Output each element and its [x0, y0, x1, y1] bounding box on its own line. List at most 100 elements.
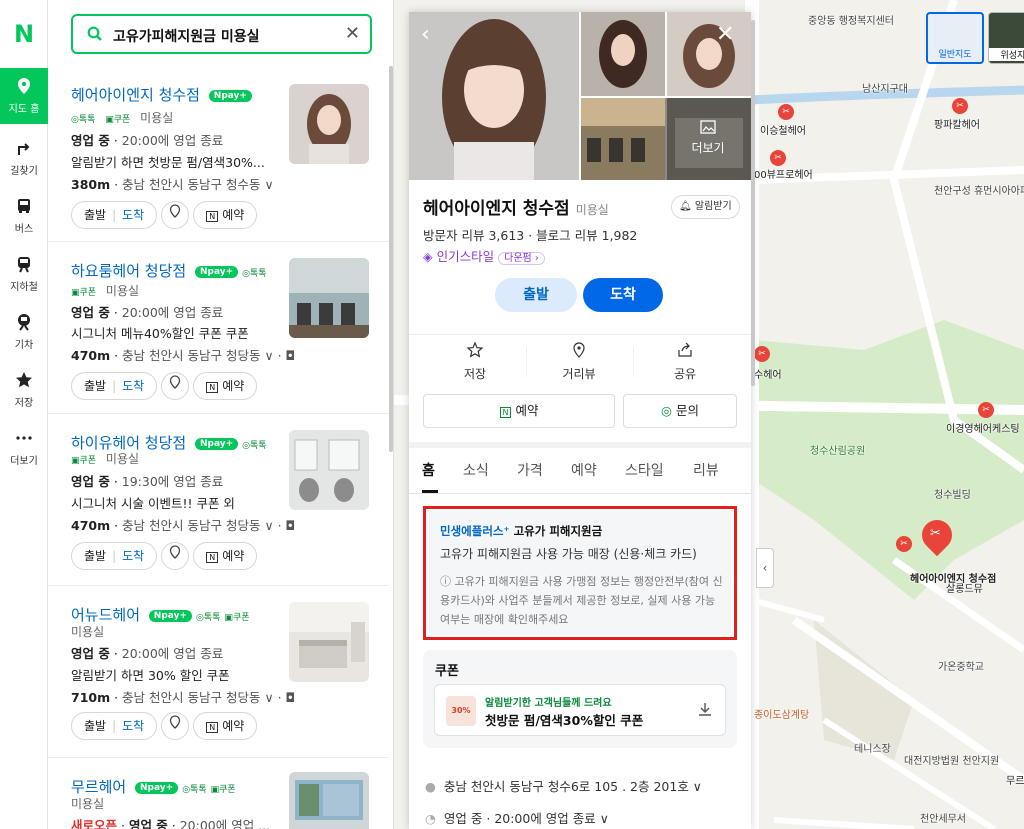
inquiry-button[interactable]: ◎ 문의 — [623, 394, 737, 428]
result-name[interactable]: 하요룸헤어 청당점 — [71, 262, 186, 280]
rail-label: 지도 홈 — [8, 104, 40, 115]
alarm-button[interactable]: 🔔︎ 알림받기 — [671, 195, 740, 219]
gallery-photo[interactable] — [581, 12, 665, 96]
map-label-poi[interactable]: 청수빌딩 — [934, 486, 971, 501]
detail-tabs: 홈 소식 가격 예약 스타일 리뷰 — [409, 448, 751, 494]
result-item[interactable]: 하요룸헤어 청당점 Npay+ ◎톡톡 ▣쿠폰 미용실 영업 중 · 20:00에… — [48, 242, 389, 414]
result-thumbnail[interactable] — [289, 772, 369, 829]
more-photos-overlay[interactable]: 더보기 — [665, 98, 751, 180]
talk-tag: ◎톡톡 — [242, 440, 267, 451]
map-label-poi[interactable]: 수헤어 — [754, 366, 782, 381]
map-label-poi[interactable]: 이경영헤어케스팅 — [946, 420, 1020, 435]
salon-map-pin[interactable]: ✂ — [896, 536, 912, 552]
salon-map-pin[interactable]: ✂ — [778, 104, 794, 120]
list-scrollbar[interactable] — [389, 66, 393, 452]
result-name[interactable]: 무르헤어 — [71, 778, 126, 796]
reserve-button[interactable]: N 예약 — [423, 394, 615, 428]
rail-item-more[interactable]: 더보기 — [0, 420, 48, 476]
result-location: 710m · 충남 천안시 동남구 청당동 ∨ · ◘ — [71, 690, 296, 705]
depart-arrive-button[interactable]: 출발 | 도착 — [71, 712, 158, 740]
map-label-poi[interactable]: 무르 — [1006, 772, 1024, 787]
review-counts[interactable]: 방문자 리뷰 3,613 · 블로그 리뷰 1,982 — [423, 225, 637, 244]
search-input[interactable]: 고유가피해지원금 미용실 — [113, 26, 260, 46]
result-thumbnail[interactable] — [289, 84, 369, 164]
salon-map-pin[interactable]: ✂ — [978, 402, 994, 418]
salon-map-pin[interactable]: ✂ — [770, 150, 786, 166]
star-icon — [16, 372, 32, 388]
location-pin-button[interactable] — [161, 542, 190, 570]
rail-item-map-home[interactable]: 지도 홈 — [0, 68, 48, 124]
location-pin-button[interactable] — [161, 201, 190, 229]
clear-search-icon[interactable]: ✕ — [345, 23, 360, 44]
map-label-poi[interactable]: 천안구성 휴먼시아아파트 — [934, 182, 1024, 197]
map-label-poi[interactable]: 살롱드뮤 — [946, 580, 983, 595]
result-item[interactable]: 헤어아이엔지 청수점 Npay+ ◎톡톡 ▣쿠폰 미용실 영업 중 · 20:0… — [48, 66, 389, 242]
depart-button[interactable]: 출발 — [495, 278, 577, 312]
map-label-poi[interactable]: 00뷰프로헤어 — [754, 166, 813, 181]
map-label-poi[interactable]: 가온중학교 — [938, 658, 984, 673]
map-label-park[interactable]: 청수산림공원 — [810, 442, 865, 457]
tab-news[interactable]: 소식 — [463, 460, 489, 480]
collapse-panel-button[interactable]: ‹ — [756, 548, 774, 588]
map-label-poi[interactable]: 팡파칼헤어 — [934, 116, 980, 131]
map-type-satellite[interactable]: 위성지도 — [988, 12, 1024, 64]
rail-item-train[interactable]: 기차 — [0, 304, 48, 360]
result-item[interactable]: 어뉴드헤어 Npay+ ◎톡톡 ▣쿠폰 미용실 영업 중 · 20:00에 영업 종… — [48, 586, 389, 758]
result-name[interactable]: 헤어아이엔지 청수점 — [71, 86, 200, 104]
rail-item-bus[interactable]: 버스 — [0, 188, 48, 244]
address-line[interactable]: ● 충남 천안시 동남구 청수6로 105 . 2층 201호 ∨ — [425, 776, 702, 795]
gallery-photo[interactable] — [667, 12, 751, 96]
reserve-button[interactable]: N 예약 — [193, 712, 258, 740]
result-thumbnail[interactable] — [289, 602, 369, 682]
result-name[interactable]: 어뉴드헤어 — [71, 606, 140, 624]
result-thumbnail[interactable] — [289, 258, 369, 338]
detail-scrollbar[interactable] — [751, 20, 755, 386]
result-item[interactable]: 무르헤어 Npay+ ◎톡톡 ▣쿠폰 미용실 새로오픈 · 영업 중 · 20:00… — [48, 758, 389, 829]
result-thumbnail[interactable] — [289, 430, 369, 510]
rail-item-directions[interactable]: 길찾기 — [0, 130, 48, 186]
depart-arrive-button[interactable]: 출발 | 도착 — [71, 542, 158, 570]
rail-item-subway[interactable]: 지하철 — [0, 246, 48, 302]
depart-arrive-button[interactable]: 출발 | 도착 — [71, 201, 158, 229]
back-arrow-icon[interactable]: ‹ — [421, 22, 430, 47]
coupon-title: 첫방문 펌/염색30%할인 쿠폰 — [485, 713, 644, 728]
hours-line[interactable]: ◔ 영업 중 · 20:00에 영업 종료 ∨ — [425, 808, 609, 827]
coupon-card[interactable]: 30% 알림받기한 고객님들께 드려요 첫방문 펌/염색30%할인 쿠폰 — [434, 684, 726, 736]
rail-item-saved[interactable]: 저장 — [0, 362, 48, 418]
main-photo[interactable] — [409, 12, 579, 180]
result-item[interactable]: 하이유헤어 청당점 Npay+ ◎톡톡 ▣쿠폰 미용실 영업 중 · 19:30에… — [48, 414, 389, 586]
tab-reserve[interactable]: 예약 — [571, 460, 597, 480]
style-chip[interactable]: 다운펌 › — [498, 252, 545, 265]
reserve-button[interactable]: N 예약 — [193, 201, 258, 229]
gallery-photo[interactable] — [581, 98, 665, 180]
location-pin-button[interactable] — [161, 372, 190, 400]
streetview-action[interactable]: 거리뷰 — [529, 341, 629, 382]
map-label-poi[interactable]: 천안세무서 — [920, 810, 966, 825]
search-box[interactable]: 고유가피해지원금 미용실 ✕ — [71, 14, 372, 54]
result-category: 미용실 — [71, 797, 105, 811]
map-label-poi[interactable]: 남산지구대 — [862, 80, 908, 95]
naver-logo[interactable]: N — [10, 20, 38, 48]
popular-style[interactable]: ◈ 인기스타일 다운펌 › — [423, 246, 545, 265]
tab-price[interactable]: 가격 — [517, 460, 543, 480]
location-pin-button[interactable] — [161, 712, 190, 740]
map-label-poi[interactable]: 종이도삼계탕 — [754, 706, 809, 721]
tab-home[interactable]: 홈 — [422, 460, 435, 480]
tab-review[interactable]: 리뷰 — [693, 460, 719, 480]
reserve-button[interactable]: N 예약 — [193, 372, 258, 400]
salon-map-pin[interactable]: ✂ — [754, 346, 770, 362]
download-icon[interactable] — [697, 701, 713, 717]
map-label-poi[interactable]: 대전지방법원 천안지원 — [904, 752, 999, 767]
reserve-button[interactable]: N 예약 — [193, 542, 258, 570]
map-label-poi[interactable]: 테니스장 — [854, 740, 891, 755]
map-label-poi[interactable]: 중앙동 행정복지센터 — [808, 12, 894, 27]
share-action[interactable]: 공유 — [635, 341, 735, 382]
close-icon[interactable]: ✕ — [716, 22, 734, 47]
save-action[interactable]: 저장 — [425, 341, 525, 382]
map-type-normal[interactable]: 일반지도 — [926, 12, 984, 64]
map-label-poi[interactable]: 이승철헤어 — [760, 122, 806, 137]
depart-arrive-button[interactable]: 출발 | 도착 — [71, 372, 158, 400]
tab-style[interactable]: 스타일 — [625, 460, 664, 480]
salon-map-pin[interactable]: ✂ — [952, 98, 968, 114]
arrive-button[interactable]: 도착 — [583, 278, 663, 312]
